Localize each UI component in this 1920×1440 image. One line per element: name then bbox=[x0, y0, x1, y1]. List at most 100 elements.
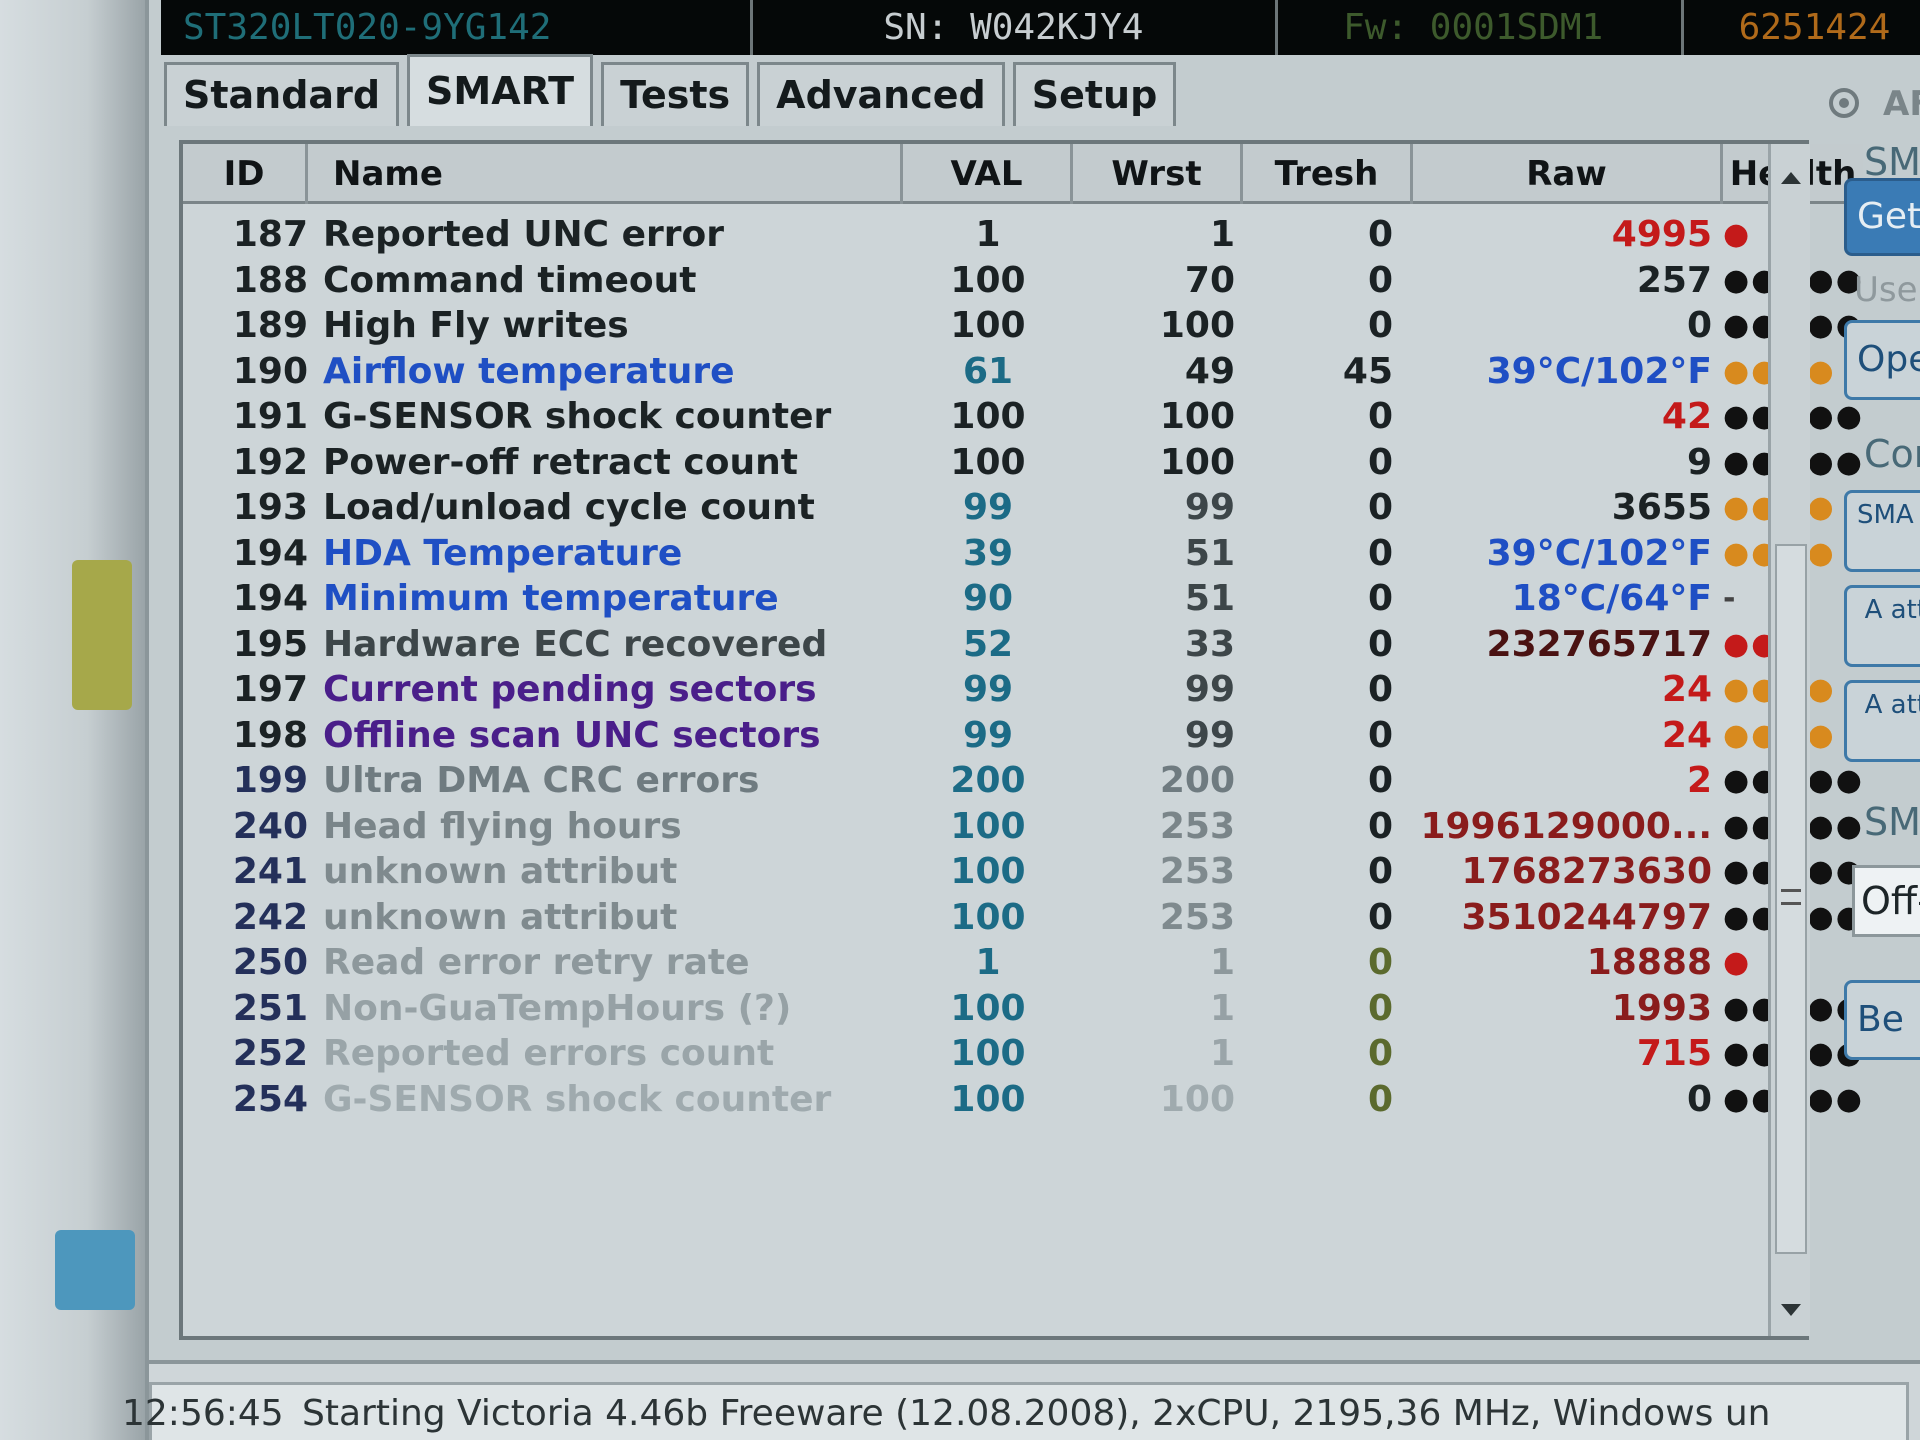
cell-wrst: 100 bbox=[1159, 396, 1235, 437]
sm-group-label: SM bbox=[1864, 800, 1920, 844]
drive-model: ST320LT020-9YG142 bbox=[161, 0, 754, 55]
cell-val: 100 bbox=[950, 1078, 1026, 1120]
table-row[interactable]: 251Non-GuaTempHours (?)100101993●●●●● bbox=[183, 986, 1862, 1031]
column-header-val[interactable]: VAL bbox=[903, 144, 1073, 204]
cell-wrst: 1 bbox=[1209, 1033, 1235, 1074]
get-smart-button[interactable]: Get bbox=[1844, 178, 1920, 256]
scroll-grip-icon bbox=[1781, 889, 1801, 905]
attribute-button-1[interactable]: A att bbox=[1844, 585, 1920, 667]
cell-id: 242 bbox=[232, 896, 308, 938]
status-time: 12:56:45 bbox=[122, 1393, 284, 1434]
table-row[interactable]: 195 Hardware ECC recovered 52 33 0 232765717 ●… bbox=[183, 622, 1778, 667]
column-header-wrst[interactable]: Wrst bbox=[1073, 144, 1243, 204]
cell-name: HDA Temperature bbox=[323, 532, 683, 574]
desktop-folder-icon bbox=[72, 560, 132, 710]
tab-advanced[interactable]: Advanced bbox=[757, 62, 1005, 126]
open-button[interactable]: Ope bbox=[1844, 320, 1920, 400]
drive-info-bar: ST320LT020-9YG142 SN: W042KJY4 Fw: 0001S… bbox=[161, 0, 1920, 55]
cell-raw: 2 bbox=[1686, 760, 1712, 801]
scroll-up-arrow-icon[interactable] bbox=[1781, 172, 1801, 184]
cell-name: Head flying hours bbox=[323, 805, 682, 847]
smart-on-button[interactable]: SMA ON bbox=[1844, 490, 1920, 572]
cell-name: Current pending sectors bbox=[323, 669, 817, 710]
table-row[interactable]: 240 Head flying hours 100 253 0 1996129000...… bbox=[183, 804, 1862, 849]
cell-val: 100 bbox=[950, 851, 1026, 892]
cell-tresh: 0 bbox=[1367, 714, 1393, 756]
cell-wrst: 1 bbox=[1209, 987, 1235, 1029]
table-row[interactable]: 198Offline scan UNC sectors9999024●●●● bbox=[183, 713, 1834, 758]
status-bar: 12:56:45 Starting Victoria 4.46b Freewar… bbox=[122, 1360, 1920, 1440]
cell-wrst: 99 bbox=[1184, 714, 1235, 756]
table-row[interactable]: 241unknown attribut10025301768273630●●●●… bbox=[183, 849, 1862, 894]
table-row[interactable]: 252Reported errors count10010715●●●●● bbox=[183, 1031, 1862, 1076]
af-radio-dot bbox=[1839, 98, 1849, 108]
be-button[interactable]: Be bbox=[1844, 980, 1920, 1060]
cell-tresh: 0 bbox=[1367, 896, 1393, 938]
cell-tresh: 0 bbox=[1367, 669, 1393, 710]
cell-raw: 9 bbox=[1686, 441, 1712, 483]
scroll-down-arrow-icon[interactable] bbox=[1781, 1304, 1801, 1316]
table-row[interactable]: 242unknown attribut10025303510244797●●●●… bbox=[183, 895, 1862, 940]
cell-id: 187 bbox=[232, 214, 308, 255]
cell-raw: 1768273630 bbox=[1461, 851, 1713, 892]
tab-bar: Standard SMART Tests Advanced Setup bbox=[164, 54, 1184, 132]
cell-wrst: 253 bbox=[1159, 896, 1235, 938]
right-control-panel: SMA Get Use Ope Cor SMA ON A att A att S… bbox=[1824, 140, 1920, 1340]
attribute-button-2[interactable]: A att bbox=[1844, 680, 1920, 762]
cell-tresh: 0 bbox=[1367, 851, 1393, 892]
table-row[interactable]: 254G-SENSOR shock counter10010000●●●●● bbox=[183, 1077, 1862, 1122]
cell-name: unknown attribut bbox=[323, 851, 678, 892]
table-row[interactable]: 194HDA Temperature3951039°C/102°F●●●● bbox=[183, 531, 1834, 576]
table-row[interactable]: 250 Read error retry rate 1 1 0 18888 ● bbox=[183, 940, 1763, 985]
table-row[interactable]: 197Current pending sectors9999024●●●● bbox=[183, 667, 1834, 712]
drive-serial: SN: W042KJY4 bbox=[753, 0, 1279, 55]
off-select-field[interactable]: Off- bbox=[1852, 865, 1920, 937]
cell-id: 189 bbox=[232, 305, 308, 346]
column-header-name[interactable]: Name bbox=[308, 144, 903, 204]
cell-raw: 39°C/102°F bbox=[1486, 350, 1712, 392]
cell-id: 194 bbox=[232, 532, 308, 574]
cell-val: 100 bbox=[950, 1033, 1026, 1074]
desktop-background bbox=[0, 0, 145, 1440]
cell-raw: 24 bbox=[1661, 714, 1712, 756]
commands-group-label: Cor bbox=[1864, 432, 1920, 476]
cell-id: 241 bbox=[232, 851, 308, 892]
cell-wrst: 33 bbox=[1184, 623, 1235, 665]
cell-wrst: 99 bbox=[1184, 487, 1235, 528]
column-header-id[interactable]: ID bbox=[183, 144, 308, 204]
table-row[interactable]: 188Command timeout100700257●●●●● bbox=[183, 258, 1862, 303]
cell-id: 191 bbox=[232, 396, 308, 437]
cell-tresh: 0 bbox=[1367, 441, 1393, 483]
table-row[interactable]: 190Airflow temperature61494539°C/102°F●●… bbox=[183, 349, 1834, 394]
tab-setup[interactable]: Setup bbox=[1012, 62, 1177, 126]
cell-id: 198 bbox=[232, 714, 308, 756]
cell-wrst: 253 bbox=[1159, 805, 1235, 847]
table-row[interactable]: 193Load/unload cycle count999903655●●●● bbox=[183, 485, 1834, 530]
table-scrollbar[interactable] bbox=[1768, 144, 1810, 1336]
table-row[interactable]: 199Ultra DMA CRC errors20020002●●●●● bbox=[183, 758, 1862, 803]
cell-name: Load/unload cycle count bbox=[323, 487, 815, 528]
cell-raw: 1996129000... bbox=[1420, 805, 1712, 847]
cell-id: 190 bbox=[232, 350, 308, 392]
table-row[interactable]: 194 Minimum temperature 90 51 0 18°C/64°F - bbox=[183, 576, 1763, 621]
cell-tresh: 0 bbox=[1367, 305, 1393, 346]
cell-name: G-SENSOR shock counter bbox=[323, 396, 832, 437]
tab-smart[interactable]: SMART bbox=[407, 54, 594, 126]
cell-raw: 24 bbox=[1661, 669, 1712, 710]
table-row[interactable]: 189High Fly writes10010000●●●●● bbox=[183, 303, 1862, 348]
table-row[interactable]: 187 Reported UNC error 1 1 0 4995 ● bbox=[183, 212, 1763, 257]
cell-tresh: 0 bbox=[1367, 760, 1393, 801]
cell-id: 195 bbox=[232, 623, 308, 665]
cell-val: 61 bbox=[962, 350, 1014, 392]
cell-raw: 1993 bbox=[1611, 987, 1712, 1029]
column-header-tresh[interactable]: Tresh bbox=[1243, 144, 1413, 204]
column-header-raw[interactable]: Raw bbox=[1413, 144, 1723, 204]
cell-val: 100 bbox=[950, 396, 1026, 437]
drive-firmware: Fw: 0001SDM1 bbox=[1278, 0, 1684, 55]
table-row[interactable]: 192Power-off retract count10010009●●●●● bbox=[183, 440, 1862, 485]
table-row[interactable]: 191G-SENSOR shock counter100100042●●●●● bbox=[183, 394, 1862, 439]
cell-id: 254 bbox=[232, 1078, 308, 1120]
tab-tests[interactable]: Tests bbox=[601, 62, 750, 126]
tab-standard[interactable]: Standard bbox=[164, 62, 400, 126]
cell-tresh: 45 bbox=[1342, 350, 1393, 392]
